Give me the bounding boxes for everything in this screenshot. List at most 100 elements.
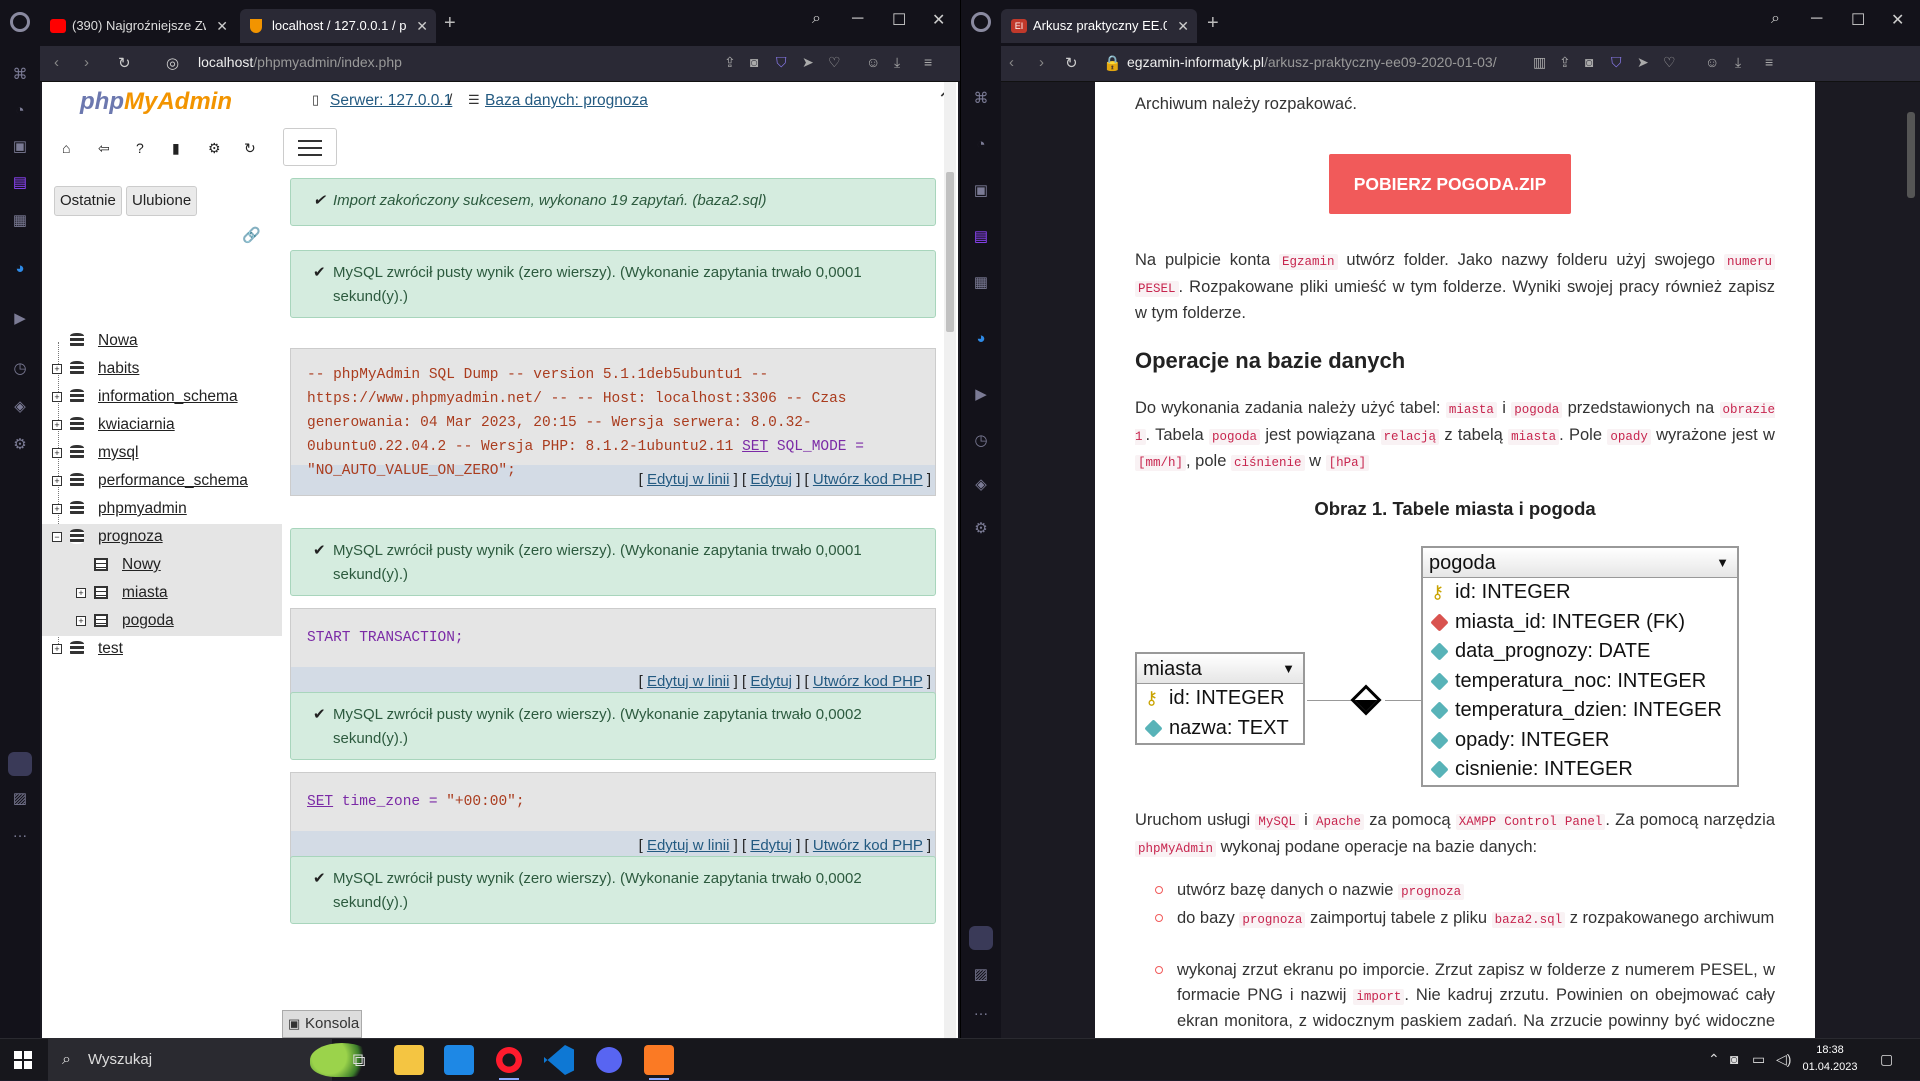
windows-start-icon[interactable] — [14, 1051, 32, 1069]
tree-item[interactable]: + test — [42, 636, 282, 664]
site-info-icon[interactable]: ◎ — [166, 54, 179, 72]
bag-icon[interactable]: ▣ — [11, 138, 29, 156]
file-explorer-icon[interactable] — [394, 1045, 424, 1075]
history-icon[interactable]: ◷ — [972, 432, 990, 450]
maximize-button[interactable]: ☐ — [892, 10, 906, 30]
hamburger-menu-button[interactable] — [283, 128, 337, 166]
notifications-icon[interactable]: ▢ — [1880, 1051, 1893, 1068]
docs-icon[interactable]: ▮ — [172, 140, 180, 157]
tree-item[interactable]: + habits — [42, 356, 282, 384]
opera-gx-icon[interactable] — [494, 1045, 524, 1080]
edit-inline-link[interactable]: Edytuj w linii — [647, 673, 730, 690]
expand-icon[interactable]: + — [52, 476, 62, 486]
scrollbar[interactable] — [1904, 82, 1918, 1038]
close-window-button[interactable]: ✕ — [932, 10, 945, 30]
forward-icon[interactable]: › — [84, 54, 89, 71]
player-icon[interactable]: ▶ — [11, 310, 29, 328]
tree-item-label[interactable]: kwiaciarnia — [98, 416, 175, 434]
reader-icon[interactable]: ▥ — [1533, 54, 1546, 71]
share-icon[interactable]: ⇪ — [1559, 54, 1571, 71]
close-window-button[interactable]: ✕ — [1891, 10, 1904, 30]
expand-icon[interactable]: + — [76, 616, 86, 626]
expand-icon[interactable]: + — [52, 420, 62, 430]
tree-item[interactable]: Nowa — [42, 328, 282, 356]
scrollbar[interactable] — [944, 82, 956, 1038]
recent-button[interactable]: Ostatnie — [54, 186, 122, 216]
xampp-icon[interactable] — [644, 1045, 674, 1080]
workspace-icon[interactable] — [8, 752, 32, 776]
taskbar-search[interactable]: ⌕ Wyszukaj — [48, 1039, 374, 1081]
menu-icon[interactable]: ≡ — [1765, 54, 1773, 70]
search-tabs-icon[interactable]: ⌕ — [812, 10, 821, 28]
settings-icon[interactable]: ⚙ — [972, 520, 990, 538]
vk-icon[interactable]: ▦ — [972, 274, 990, 292]
history-icon[interactable]: ◷ — [11, 360, 29, 378]
close-icon[interactable]: ✕ — [1177, 9, 1189, 43]
speed-icon[interactable]: ◔ — [972, 136, 990, 154]
expand-icon[interactable]: + — [76, 588, 86, 598]
send-icon[interactable]: ➤ — [1637, 54, 1649, 71]
tree-item[interactable]: − prognoza — [42, 524, 282, 552]
tree-item[interactable]: + mysql — [42, 440, 282, 468]
tree-item-label[interactable]: phpmyadmin — [98, 500, 187, 518]
settings-icon[interactable]: ⚙ — [11, 436, 29, 454]
messenger-icon[interactable]: ◕ — [11, 260, 29, 278]
minimize-button[interactable]: ─ — [852, 10, 863, 28]
create-php-link[interactable]: Utwórz kod PHP — [813, 837, 923, 854]
camera-icon[interactable]: ◙ — [1585, 54, 1593, 70]
tray-chevron-icon[interactable]: ⌃ — [1708, 1051, 1720, 1068]
tree-item-label[interactable]: prognoza — [98, 528, 163, 546]
workspace-icon[interactable] — [969, 926, 993, 950]
reload-icon[interactable]: ↻ — [118, 54, 131, 72]
expand-icon[interactable]: + — [52, 448, 62, 458]
tree-item-label[interactable]: information_schema — [98, 388, 238, 406]
forward-icon[interactable]: › — [1039, 54, 1044, 71]
tree-item[interactable]: + information_schema — [42, 384, 282, 412]
expand-icon[interactable]: + — [52, 644, 62, 654]
gamepad-icon[interactable]: ⌘ — [972, 90, 990, 108]
tree-item-label[interactable]: mysql — [98, 444, 138, 462]
help-icon[interactable]: ? — [136, 140, 144, 156]
close-icon[interactable]: ✕ — [416, 9, 428, 43]
tree-item[interactable]: + phpmyadmin — [42, 496, 282, 524]
tree-item-label[interactable]: test — [98, 640, 123, 658]
tree-item-label[interactable]: pogoda — [122, 612, 174, 630]
back-icon[interactable]: ‹ — [54, 54, 59, 71]
link-icon[interactable]: 🔗 — [242, 226, 261, 244]
expand-icon[interactable]: + — [52, 364, 62, 374]
gallery-icon[interactable]: ▨ — [972, 966, 990, 984]
new-tab-button[interactable]: + — [1207, 12, 1219, 35]
url-field[interactable]: egzamin-informatyk.pl/arkusz-praktyczny-… — [1127, 54, 1497, 70]
edit-link[interactable]: Edytuj — [750, 673, 792, 690]
vk-icon[interactable]: ▦ — [11, 212, 29, 230]
twitch-icon[interactable]: ▤ — [11, 174, 29, 192]
expand-icon[interactable]: + — [52, 504, 62, 514]
tree-item[interactable]: Nowy — [42, 552, 282, 580]
taskbar-clock[interactable]: 18:38 01.04.2023 — [1800, 1042, 1860, 1076]
tree-item-label[interactable]: habits — [98, 360, 139, 378]
tree-item-label[interactable]: Nowy — [122, 556, 161, 574]
tab-youtube[interactable]: (390) Najgroźniejsze Zwierz ✕ — [40, 9, 236, 43]
search-tabs-icon[interactable]: ⌕ — [1771, 10, 1780, 28]
close-icon[interactable]: ✕ — [216, 9, 228, 43]
opera-menu-icon[interactable] — [10, 12, 30, 32]
favorites-button[interactable]: Ulubione — [126, 186, 198, 216]
network-icon[interactable]: ▭ — [1752, 1051, 1765, 1068]
menu-icon[interactable]: ≡ — [924, 54, 932, 70]
home-icon[interactable]: ⌂ — [62, 140, 70, 156]
download-button[interactable]: POBIERZ POGODA.ZIP — [1329, 154, 1571, 214]
tab-egzamin[interactable]: EI Arkusz praktyczny EE.09 - 2 ✕ — [1001, 9, 1197, 43]
gallery-icon[interactable]: ▨ — [11, 790, 29, 808]
edit-link[interactable]: Edytuj — [750, 471, 792, 488]
vscode-icon[interactable] — [544, 1045, 574, 1075]
tree-item[interactable]: + pogoda — [42, 608, 282, 636]
expand-icon[interactable]: + — [52, 392, 62, 402]
volume-icon[interactable]: ◁) — [1776, 1051, 1791, 1068]
create-php-link[interactable]: Utwórz kod PHP — [813, 673, 923, 690]
player-icon[interactable]: ▶ — [972, 386, 990, 404]
gamepad-icon[interactable]: ⌘ — [11, 66, 29, 84]
tree-item-label[interactable]: Nowa — [98, 332, 138, 350]
back-icon[interactable]: ‹ — [1009, 54, 1014, 71]
url-field[interactable]: localhost/phpmyadmin/index.php — [198, 54, 402, 70]
phpmyadmin-logo[interactable]: phpMyAdmin — [80, 88, 232, 116]
